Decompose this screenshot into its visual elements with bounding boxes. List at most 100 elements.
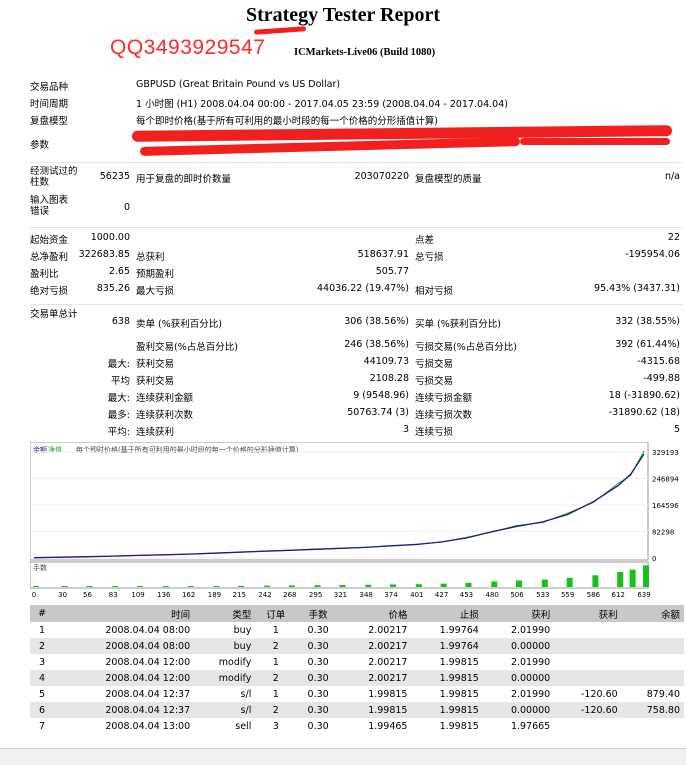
avg-profit-value: 2108.28: [369, 373, 409, 384]
table-cell: 0.30: [296, 670, 341, 686]
column-header: 时间: [54, 605, 195, 622]
table-cell: -120.60: [580, 688, 618, 700]
table-cell: 2.01990: [510, 688, 551, 700]
x-tick-label: 56: [83, 591, 92, 599]
table-cell: 0.00000: [482, 638, 555, 654]
ticks-value: 203070220: [354, 171, 409, 182]
volume-bar: [213, 585, 220, 587]
table-cell: [554, 670, 622, 686]
max-cons-profit-value: 50763.74 (3): [347, 407, 409, 418]
x-tick-label: 242: [258, 591, 271, 599]
params-redaction: [520, 138, 670, 145]
y-tick-label: 329193: [652, 449, 679, 457]
gross-profit-value: 518637.91: [357, 249, 409, 260]
table-cell: [554, 638, 622, 654]
x-tick-label: 321: [334, 591, 347, 599]
column-header: 获利: [554, 605, 622, 622]
profit-trades-label: 盈利交易(%占总百分比): [136, 342, 238, 353]
table-cell: 6: [30, 702, 55, 718]
abs-drawdown-value: 835.26: [96, 283, 130, 294]
balance-chart-svg: 余额 净值 每个即时价格(基于所有可利用的最小时段的每一个价格的分形插值计算) …: [30, 442, 679, 599]
most-prefix: 最多:: [107, 410, 130, 421]
table-cell: 1.99815: [368, 688, 408, 700]
rel-drawdown-value: 95.43% (3437.31): [594, 283, 680, 294]
volume-bar: [629, 569, 636, 587]
x-tick-label: 83: [109, 591, 118, 599]
max-prefix: 最大:: [107, 393, 130, 404]
largest-prefix: 最大:: [107, 359, 130, 370]
table-cell: 1.99815: [340, 702, 412, 718]
volume-bar: [592, 575, 599, 587]
table-row: 3 2008.04.04 12:00 modify 1 0.30 2.00217 1.998…: [30, 654, 684, 670]
column-header: 订单: [255, 605, 297, 622]
model-value: 每个即时价格(基于所有可利用的最小时段的每一个价格的分形插值计算): [136, 116, 438, 127]
table-cell: 0.30: [307, 656, 329, 668]
volume-bar: [365, 584, 372, 587]
x-tick-label: 559: [561, 591, 574, 599]
x-tick-label: 533: [536, 591, 549, 599]
avg-loss-value: -499.88: [643, 373, 680, 384]
loss-trades-value: 392 (61.44%): [615, 339, 680, 350]
expected-payoff-label: 预期盈利: [136, 269, 175, 280]
table-cell: [554, 718, 621, 734]
table-cell: 0.30: [296, 638, 341, 654]
column-header: 价格: [340, 605, 412, 622]
period-value: 1 小时图 (H1) 2008.04.04 00:00 - 2017.04.05…: [136, 99, 508, 110]
volume-bar: [566, 577, 573, 587]
divider: [30, 227, 682, 228]
chart-caption: 每个即时价格(基于所有可利用的最小时段的每一个价格的分形插值计算): [76, 445, 299, 454]
volume-bar: [643, 565, 649, 587]
table-cell: 1.99815: [411, 702, 483, 718]
deposit-value: 1000.00: [90, 232, 130, 243]
max-cons-wins-value: 9 (9548.96): [353, 390, 409, 401]
volume-bar: [339, 584, 346, 587]
expected-payoff-value: 505.77: [375, 266, 409, 277]
table-cell: 1: [39, 624, 46, 636]
table-cell: 1: [272, 624, 279, 636]
column-header: 手数: [296, 605, 341, 622]
max-cons-profit-label: 连续获利次数: [136, 410, 194, 421]
x-tick-label: 639: [637, 591, 650, 599]
table-cell: 3: [39, 656, 46, 668]
y-tick-label: 82298: [652, 529, 674, 537]
x-tick-label: 348: [360, 591, 373, 599]
max-cons-wins-label: 连续获利金额: [136, 393, 194, 404]
broker-build: ICMarkets-Live06 (Build 1080): [294, 47, 436, 58]
table-cell: buy: [233, 624, 252, 636]
table-cell: [621, 670, 684, 686]
symbol-value: GBPUSD (Great Britain Pound vs US Dollar…: [136, 79, 341, 90]
gross-profit-label: 总获利: [136, 252, 165, 263]
errors-value: 0: [123, 202, 130, 213]
divider: [30, 304, 682, 305]
x-tick-label: 0: [32, 591, 36, 599]
volume-bar: [465, 582, 472, 587]
balance-chart: 余额 净值 每个即时价格(基于所有可利用的最小时段的每一个价格的分形插值计算) …: [30, 442, 682, 600]
table-cell: 7: [39, 720, 46, 732]
max-drawdown-label: 最大亏损: [136, 286, 175, 297]
table-cell: 1.99764: [439, 624, 479, 636]
bars-value: 56235: [99, 171, 130, 182]
short-trades-label: 卖单 (%获利百分比): [136, 319, 222, 330]
table-row: 4 2008.04.04 12:00 modify 2 0.30 2.00217 1.998…: [30, 670, 684, 686]
largest-profit-label: 获利交易: [136, 359, 175, 370]
avg-cons-losses-value: 5: [673, 424, 680, 435]
ticks-label: 用于复盘的即时价数量: [136, 174, 232, 185]
volume-bar: [390, 584, 397, 587]
horizontal-scrollbar[interactable]: [0, 748, 686, 765]
table-cell: 0.00000: [482, 670, 555, 686]
table-cell: s/l: [240, 688, 252, 700]
table-cell: 2: [255, 702, 297, 718]
table-cell: 2008.04.04 12:00: [54, 670, 195, 686]
table-cell: 2008.04.04 12:00: [105, 656, 191, 668]
avg-cons-wins-label: 连续获利: [136, 427, 175, 438]
table-cell: [622, 622, 684, 638]
table-cell: 2: [30, 638, 55, 654]
divider: [30, 162, 682, 163]
long-trades-value: 332 (38.55%): [615, 316, 680, 327]
largest-loss-label: 亏损交易: [415, 359, 454, 370]
volume-bar: [440, 583, 447, 587]
table-cell: 0.30: [307, 624, 329, 636]
volume-bar: [491, 581, 498, 587]
table-cell: 0.30: [307, 720, 329, 732]
max-drawdown-value: 44036.22 (19.47%): [317, 283, 409, 294]
